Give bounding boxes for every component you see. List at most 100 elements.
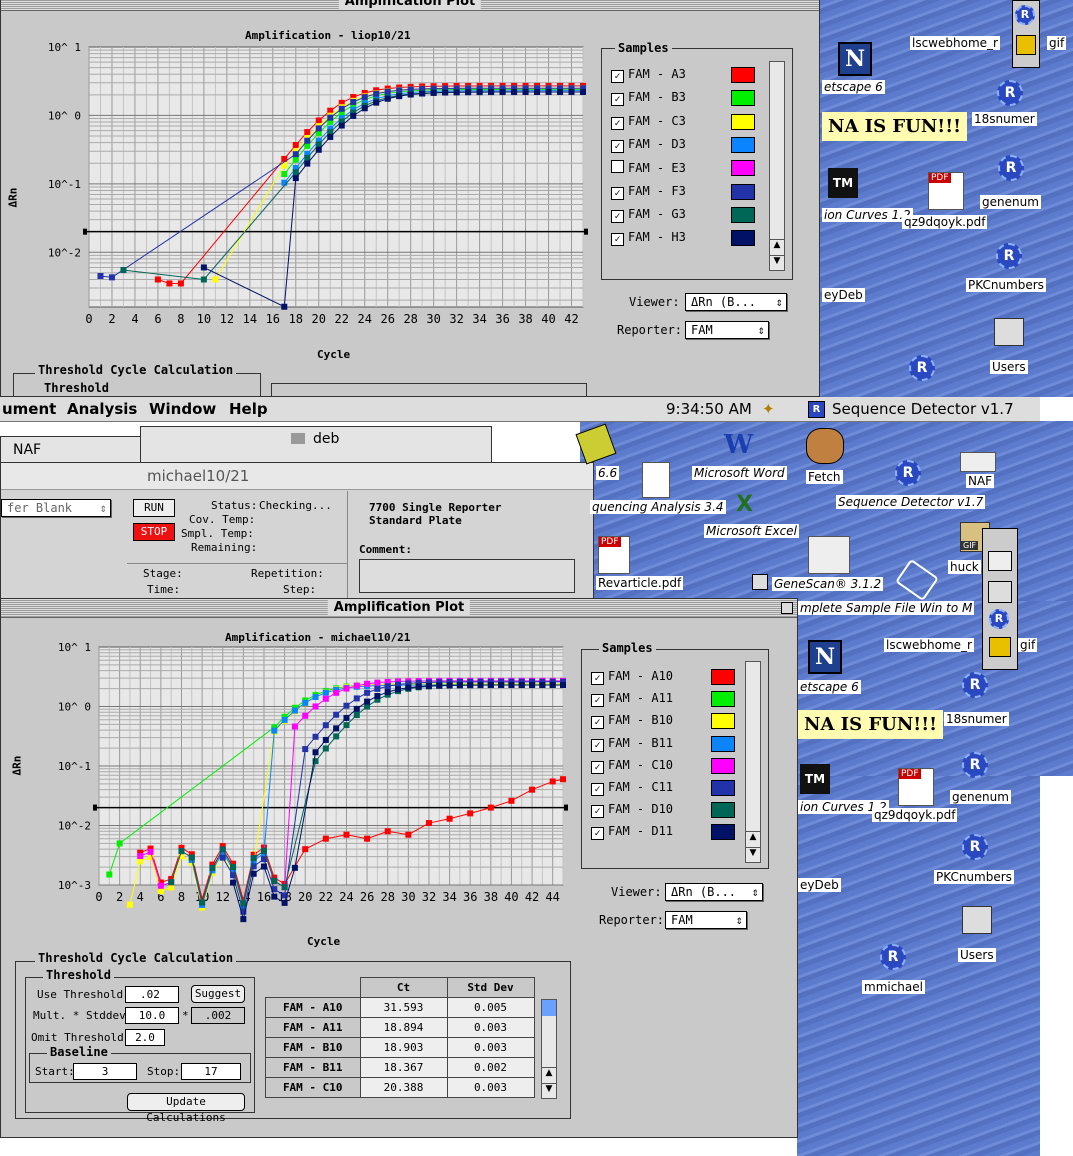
desktop-label-pkcnumbers[interactable]: PKCnumbers bbox=[966, 278, 1046, 292]
fetch-icon[interactable] bbox=[806, 428, 844, 464]
sample-item[interactable]: ✓ FAM - D10 bbox=[591, 802, 673, 820]
scroll-thumb[interactable] bbox=[542, 1000, 556, 1016]
run-window-titlebar[interactable]: michael10/21 bbox=[1, 463, 593, 490]
netscape-icon[interactable]: N bbox=[838, 42, 872, 76]
sample-color-swatch[interactable] bbox=[711, 735, 735, 752]
sample-color-swatch[interactable] bbox=[711, 802, 735, 819]
sample-color-swatch[interactable] bbox=[731, 160, 755, 177]
ct-table-scrollbar[interactable]: ▲ ▼ bbox=[541, 999, 557, 1099]
table-row[interactable]: FAM - B11 18.367 0.002 bbox=[265, 1057, 535, 1078]
balloon-help-icon[interactable]: ✦ bbox=[762, 397, 775, 421]
sample-item[interactable]: FAM - E3 bbox=[611, 160, 686, 178]
comment-field[interactable] bbox=[359, 559, 575, 593]
scroll-up-arrow-icon[interactable]: ▲ bbox=[746, 831, 760, 846]
table-row[interactable]: FAM - A10 31.593 0.005 bbox=[265, 997, 535, 1018]
palette-r-icon[interactable]: R bbox=[1015, 5, 1035, 25]
18snumer-icon[interactable]: R bbox=[962, 672, 988, 698]
sample-checkbox[interactable]: ✓ bbox=[611, 139, 624, 153]
18snumer-icon[interactable]: R bbox=[997, 80, 1023, 106]
menu-help[interactable]: Help bbox=[229, 397, 268, 421]
pdf-icon[interactable]: PDF bbox=[898, 768, 934, 806]
menu-window[interactable]: Window bbox=[149, 397, 216, 421]
floating-palette-mid[interactable]: R bbox=[982, 528, 1018, 670]
sample-color-swatch[interactable] bbox=[711, 713, 735, 730]
bottom-viewer-popup[interactable]: ΔRn (B... ⇕ bbox=[665, 883, 763, 901]
sample-color-swatch[interactable] bbox=[711, 757, 735, 774]
desktop-label-users-2[interactable]: Users bbox=[958, 948, 996, 962]
sample-checkbox[interactable]: ✓ bbox=[611, 70, 624, 83]
desktop-label-genescan[interactable]: GeneScan® 3.1.2 bbox=[772, 577, 884, 591]
baseline-start-field[interactable]: 3 bbox=[73, 1063, 137, 1080]
zoom-box-icon[interactable] bbox=[781, 602, 793, 614]
menu-analysis[interactable]: Analysis bbox=[67, 397, 137, 421]
sample-checkbox[interactable] bbox=[611, 160, 624, 174]
pkcnumbers-icon[interactable]: R bbox=[996, 243, 1022, 269]
stop-button[interactable]: STOP bbox=[133, 523, 175, 541]
desktop-label-eydeb-2[interactable]: eyDeb bbox=[798, 878, 841, 892]
sample-color-swatch[interactable] bbox=[731, 183, 755, 200]
desktop-label-netscape-2[interactable]: etscape 6 bbox=[798, 680, 861, 694]
palette-folder-icon[interactable] bbox=[989, 637, 1011, 657]
tm-icon[interactable]: TM bbox=[800, 764, 830, 794]
sample-item[interactable]: ✓ FAM - D3 bbox=[611, 137, 686, 155]
app-menu-name[interactable]: Sequence Detector v1.7 bbox=[832, 397, 1014, 421]
genescan-small-icon[interactable] bbox=[752, 574, 768, 590]
desktop-label-gif-2[interactable]: gif bbox=[1018, 638, 1038, 652]
top-viewer-popup[interactable]: ΔRn (B... ⇕ bbox=[685, 293, 787, 311]
desktop-label-msword[interactable]: Microsoft Word bbox=[692, 466, 787, 480]
sample-color-swatch[interactable] bbox=[731, 206, 755, 223]
seqdetector-icon[interactable]: R bbox=[895, 460, 921, 486]
desktop-label-18snumer-2[interactable]: 18snumer bbox=[944, 712, 1009, 726]
palette-printer-icon[interactable] bbox=[988, 551, 1012, 571]
sample-checkbox[interactable]: ✓ bbox=[611, 186, 624, 200]
baseline-stop-field[interactable]: 17 bbox=[181, 1063, 241, 1080]
sample-item[interactable]: ✓ FAM - A3 bbox=[611, 67, 686, 85]
sample-color-swatch[interactable] bbox=[731, 113, 755, 130]
scroll-up-arrow-icon[interactable]: ▲ bbox=[770, 239, 784, 254]
floating-palette-top[interactable]: R bbox=[1012, 0, 1040, 68]
desktop-label-excel[interactable]: Microsoft Excel bbox=[704, 524, 799, 538]
scroll-down-arrow-icon[interactable]: ▼ bbox=[770, 255, 784, 270]
desktop-label-seqanalysis[interactable]: quencing Analysis 3.4 bbox=[590, 500, 726, 514]
sample-checkbox[interactable]: ✓ bbox=[591, 827, 604, 841]
desktop-label-genenum-2[interactable]: genenum bbox=[950, 790, 1011, 804]
desktop-label-eydeb[interactable]: eyDeb bbox=[822, 288, 865, 302]
table-row[interactable]: FAM - C10 20.388 0.003 bbox=[265, 1077, 535, 1098]
bottom-window-titlebar[interactable]: Amplification Plot bbox=[1, 599, 797, 618]
sample-checkbox[interactable]: ✓ bbox=[591, 783, 604, 796]
use-threshold-field[interactable]: .02 bbox=[125, 986, 179, 1003]
users-icon[interactable] bbox=[962, 906, 992, 934]
sample-color-swatch[interactable] bbox=[711, 691, 735, 708]
omit-threshold-field[interactable]: 2.0 bbox=[125, 1029, 165, 1046]
sample-color-swatch[interactable] bbox=[711, 780, 735, 796]
bottom-reporter-popup[interactable]: FAM ⇕ bbox=[665, 911, 747, 929]
sample-checkbox[interactable]: ✓ bbox=[611, 93, 624, 107]
sample-checkbox[interactable]: ✓ bbox=[611, 233, 624, 247]
table-row[interactable]: FAM - B10 18.903 0.003 bbox=[265, 1037, 535, 1058]
sample-checkbox[interactable]: ✓ bbox=[611, 209, 624, 223]
menu-clock[interactable]: 9:34:50 AM bbox=[666, 397, 752, 421]
sample-color-swatch[interactable] bbox=[731, 136, 755, 153]
app-menu-icon[interactable]: R bbox=[808, 401, 825, 418]
pdf-doc-icon[interactable]: PDF bbox=[598, 536, 630, 574]
scroll-up-arrow-icon[interactable]: ▲ bbox=[542, 1067, 556, 1082]
sample-item[interactable]: ✓ FAM - F3 bbox=[611, 184, 686, 202]
desktop-label-fetch[interactable]: Fetch bbox=[806, 470, 843, 484]
excel-icon[interactable]: X bbox=[736, 492, 770, 518]
desktop-label-naf[interactable]: NAF bbox=[966, 474, 995, 488]
sample-color-swatch[interactable] bbox=[711, 669, 735, 685]
sample-checkbox[interactable]: ✓ bbox=[591, 716, 604, 730]
deb-window[interactable]: deb bbox=[140, 426, 492, 466]
desktop-label-netscape[interactable]: etscape 6 bbox=[822, 80, 885, 94]
pdf-icon[interactable]: PDF bbox=[928, 172, 964, 210]
blank-popup[interactable]: fer Blank ⇕ bbox=[1, 499, 111, 517]
netscape-icon[interactable]: N bbox=[808, 640, 842, 674]
naf-drive-icon[interactable] bbox=[960, 452, 996, 472]
pkcnumbers-icon[interactable]: R bbox=[962, 834, 988, 860]
users-icon[interactable] bbox=[994, 318, 1024, 346]
desktop-label-sample-file[interactable]: mplete Sample File Win to M bbox=[798, 601, 975, 615]
sample-item[interactable]: ✓ FAM - D11 bbox=[591, 824, 673, 842]
tm-icon[interactable]: TM bbox=[828, 168, 858, 198]
sample-checkbox[interactable]: ✓ bbox=[591, 694, 604, 708]
desktop-label-mmichael[interactable]: mmichael bbox=[862, 980, 925, 994]
